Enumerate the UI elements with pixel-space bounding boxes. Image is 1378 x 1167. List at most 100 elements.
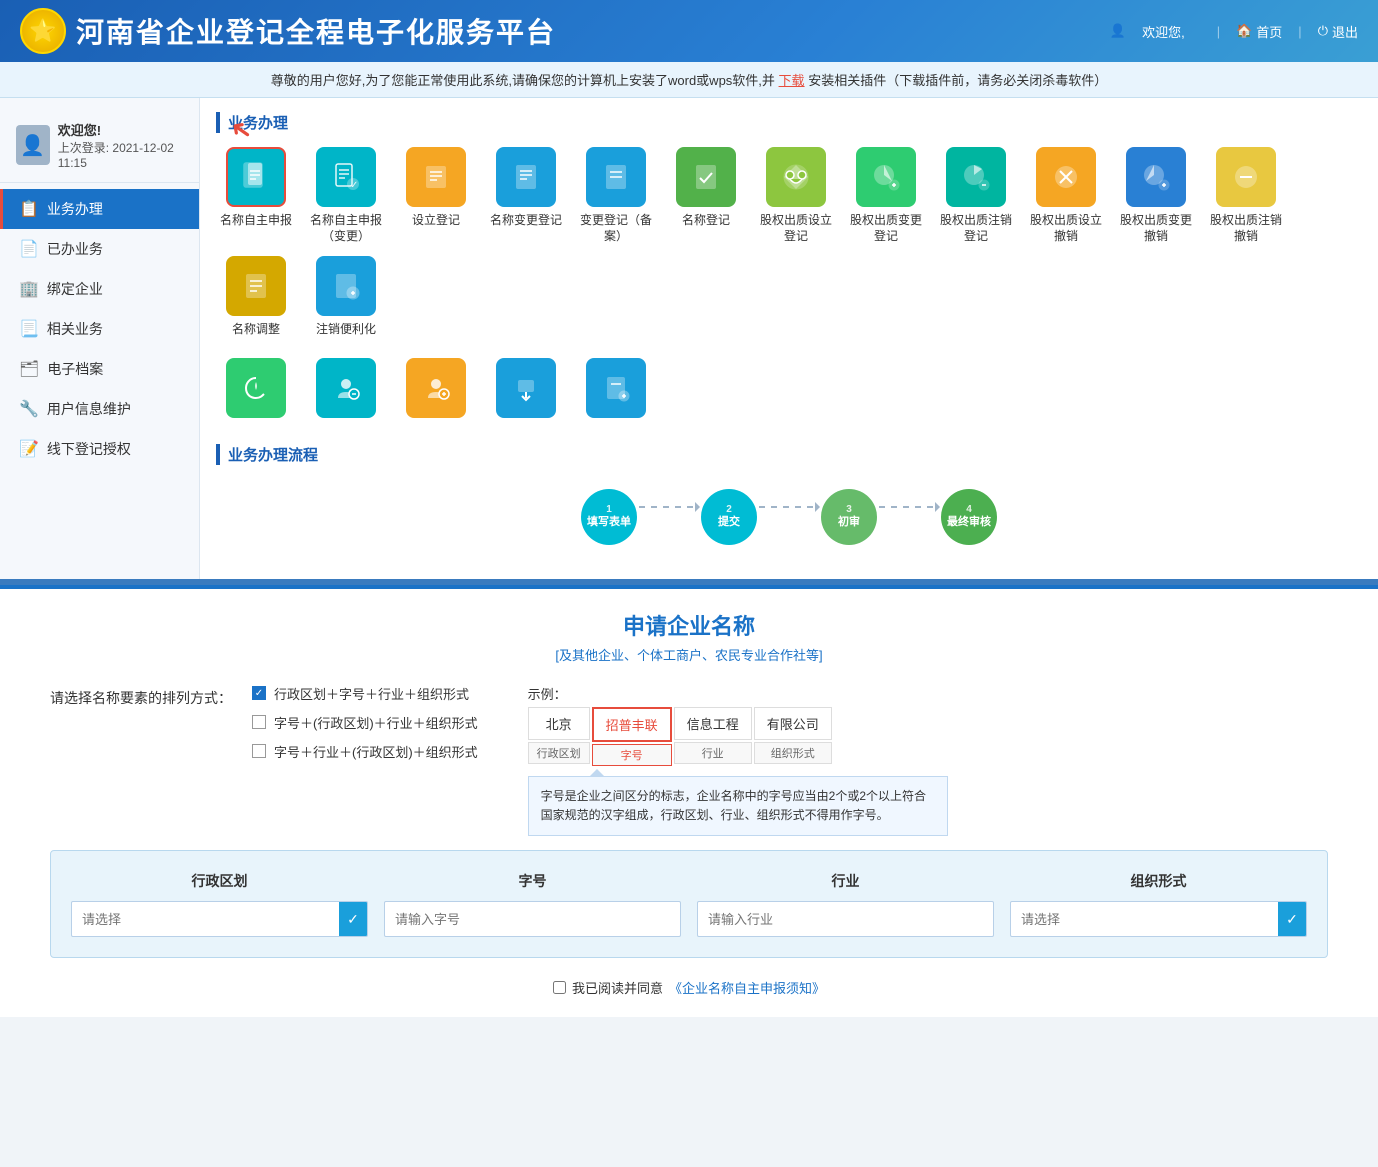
ex-item-sub: 行政区划 (528, 742, 590, 764)
service-equity-pledge-change[interactable]: 股权出质变更登记 (846, 147, 926, 244)
done-icon: 📄 (19, 239, 39, 259)
apply-title: 申请企业名称 (40, 609, 1338, 641)
sidebar-item-offline[interactable]: 📝 线下登记授权 (0, 429, 199, 469)
service-equity-setup-cancel[interactable]: 股权出质设立撤销 (1026, 147, 1106, 244)
service-equity-cancel2[interactable]: 股权出质注销撤销 (1206, 147, 1286, 244)
field-header-ziname: 字号 (384, 871, 681, 891)
service-cancel-convenient[interactable]: 注销便利化 (306, 256, 386, 338)
agreement-prefix: 我已阅读并同意 (572, 978, 663, 997)
service-icon (316, 358, 376, 418)
orgform-input[interactable] (1011, 905, 1278, 934)
archive-icon: 🗂 (19, 359, 39, 379)
field-header-orgform: 组织形式 (1010, 871, 1307, 891)
step-circle-4: 4 最终审核 (941, 489, 997, 545)
sidebar-item-related[interactable]: 📃 相关业务 (0, 309, 199, 349)
service-name-change[interactable]: 名称变更登记 (486, 147, 566, 244)
sidebar-item-archive[interactable]: 🗂 电子档案 (0, 349, 199, 389)
service-label: 名称登记 (682, 213, 730, 229)
sidebar-item-business[interactable]: 📋 业务办理 (0, 189, 199, 229)
step-circle-1: 1 填写表单 (581, 489, 637, 545)
agreement-checkbox[interactable] (553, 981, 566, 994)
district-select-btn[interactable]: ✓ (339, 902, 367, 936)
industry-input[interactable] (698, 905, 993, 934)
agreement-link[interactable]: 《企业名称自主申报须知》 (669, 978, 825, 997)
service-icon (496, 358, 556, 418)
flow-step-2: 2 提交 (701, 489, 757, 545)
service-item19[interactable] (576, 358, 656, 424)
district-input[interactable] (72, 905, 339, 934)
service-equity-change-cancel[interactable]: 股权出质变更撤销 (1116, 147, 1196, 244)
service-equity-pledge-cancel[interactable]: 股权出质注销登记 (936, 147, 1016, 244)
service-name-adjust[interactable]: 名称调整 (216, 256, 296, 338)
service-name-self-change[interactable]: ✓ 名称自主申报（变更） (306, 147, 386, 244)
service-name-self-report[interactable]: ➜ 名称自主申报 (216, 147, 296, 244)
ex-item-ziname: 招普丰联 字号 (592, 707, 672, 766)
flow-step-3: 3 初审 (821, 489, 877, 545)
notice-text-after: 安装相关插件（下载插件前，请务必关闭杀毒软件） (808, 73, 1107, 88)
notice-bar: 尊敬的用户您好,为了您能正常使用此系统,请确保您的计算机上安装了word或wps… (0, 62, 1378, 98)
service-icon (226, 256, 286, 316)
orgform-select-btn[interactable]: ✓ (1278, 902, 1306, 936)
orgform-input-wrap: ✓ (1010, 901, 1307, 937)
logo-area: ⭐ 河南省企业登记全程电子化服务平台 (20, 8, 556, 54)
service-icon (676, 147, 736, 207)
flow-title: 业务办理流程 (216, 444, 1362, 465)
fields-headers: 行政区划 字号 行业 组织形式 (71, 871, 1307, 891)
checkbox-opt2[interactable] (252, 715, 266, 729)
apply-subtitle-link[interactable]: [及其他企业、个体工商户、农民专业合作社等] (555, 648, 822, 663)
step-arrow-3 (879, 506, 939, 508)
service-item15[interactable] (216, 358, 296, 424)
checkbox-opt1[interactable]: ✓ (252, 686, 266, 700)
sidebar-item-bind[interactable]: 🏢 绑定企业 (0, 269, 199, 309)
ziname-input[interactable] (385, 905, 680, 934)
service-icon (856, 147, 916, 207)
service-equity-pledge-reg[interactable]: 股权出质设立登记 (756, 147, 836, 244)
svg-text:✓: ✓ (350, 180, 358, 191)
sidebar-item-userinfo[interactable]: 🔧 用户信息维护 (0, 389, 199, 429)
service-item17[interactable] (396, 358, 476, 424)
service-change-record[interactable]: 变更登记（备案） (576, 147, 656, 244)
tooltip-text: 字号是企业之间区分的标志，企业名称中的字号应当由2个或2个以上符合国家规范的汉字… (541, 789, 926, 822)
sidebar-welcome: 欢迎您! (58, 120, 183, 139)
service-name-reg[interactable]: 名称登记 (666, 147, 746, 244)
lower-section: 申请企业名称 [及其他企业、个体工商户、农民专业合作社等] 请选择名称要素的排列… (0, 585, 1378, 1017)
flow-section: 业务办理流程 1 填写表单 2 提交 (216, 444, 1362, 565)
checkbox-opt3[interactable] (252, 744, 266, 758)
example-label: 示例： (528, 684, 948, 703)
agreement-row: 我已阅读并同意 《企业名称自主申报须知》 (40, 978, 1338, 997)
option-row-1[interactable]: ✓ 行政区划＋字号＋行业＋组织形式 (252, 684, 478, 703)
option-label-3: 字号＋行业＋(行政区划)＋组织形式 (274, 742, 478, 761)
service-label: 名称自主申报 (220, 213, 292, 229)
service-establish[interactable]: 设立登记 (396, 147, 476, 244)
main-layout: 👤 欢迎您! 上次登录: 2021-12-02 11:15 📋 业务办理 📄 已… (0, 98, 1378, 579)
ex-item-text: 有限公司 (754, 707, 832, 740)
option-row-2[interactable]: 字号＋(行政区划)＋行业＋组织形式 (252, 713, 478, 732)
home-link[interactable]: 🏠 首页 (1236, 22, 1282, 41)
bind-icon: 🏢 (19, 279, 39, 299)
logout-link[interactable]: ⏻ 退出 (1318, 22, 1358, 41)
service-icon (316, 256, 376, 316)
service-item18[interactable] (486, 358, 566, 424)
business-icon: 📋 (19, 199, 39, 219)
nav-divider: | (1217, 24, 1220, 39)
sidebar-item-done[interactable]: 📄 已办业务 (0, 229, 199, 269)
service-label: 股权出质设立撤销 (1026, 213, 1106, 244)
service-icon (946, 147, 1006, 207)
service-label: 名称变更登记 (490, 213, 562, 229)
avatar: 👤 (16, 125, 50, 165)
flow-step-4: 4 最终审核 (941, 489, 997, 545)
service-item16[interactable] (306, 358, 386, 424)
option-row-3[interactable]: 字号＋行业＋(行政区划)＋组织形式 (252, 742, 478, 761)
header-nav: 👤 欢迎您, | 🏠 首页 | ⏻ 退出 (1110, 22, 1358, 41)
service-icon (586, 147, 646, 207)
ex-item-orgform: 有限公司 组织形式 (754, 707, 832, 766)
service-icon (586, 358, 646, 418)
apply-form: 请选择名称要素的排列方式： ✓ 行政区划＋字号＋行业＋组织形式 字号＋(行政区划… (40, 684, 1338, 958)
option-label-1: 行政区划＋字号＋行业＋组织形式 (274, 684, 469, 703)
download-link[interactable]: 下载 (779, 73, 805, 88)
nav-divider2: | (1298, 24, 1301, 39)
notice-text-before: 尊敬的用户您好,为了您能正常使用此系统,请确保您的计算机上安装了word或wps… (271, 73, 775, 88)
main-content: 业务办理 ➜ 名称自主申报 (200, 98, 1378, 579)
fields-inputs: ✓ ✓ (71, 901, 1307, 937)
site-title: 河南省企业登记全程电子化服务平台 (76, 11, 556, 51)
